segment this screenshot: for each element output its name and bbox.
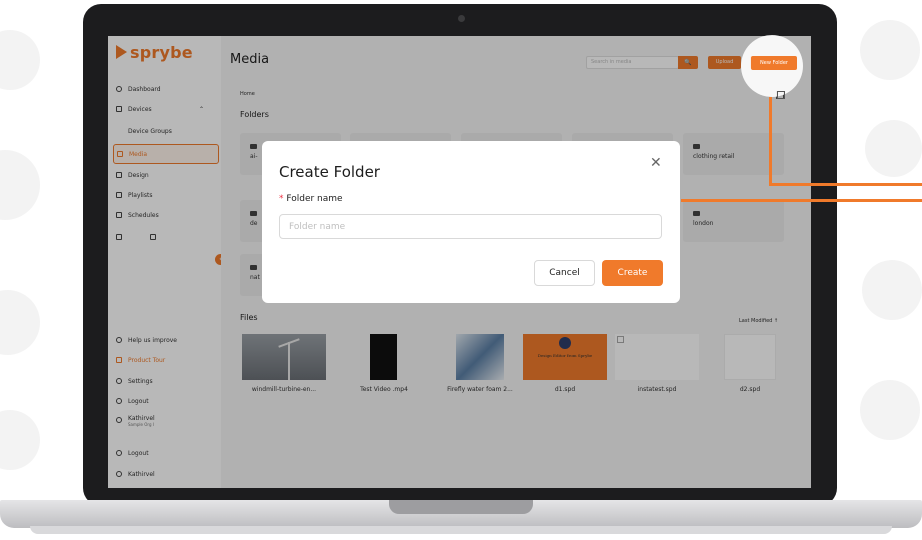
new-folder-button-highlighted[interactable]: New Folder [751,56,797,70]
close-icon[interactable]: ✕ [650,155,662,171]
bg-dot [860,380,920,440]
bg-dot [0,150,40,220]
required-mark: * [279,194,284,204]
callout-line [769,183,922,186]
app-screen: sprybe Dashboard Devices ⌃ Device Groups… [108,36,811,488]
folder-name-input[interactable] [279,214,662,239]
callout-line [681,199,922,202]
folder-name-label-text: Folder name [286,194,343,204]
create-folder-dialog: Create Folder ✕ * Folder name Cancel Cre… [262,141,680,303]
create-button[interactable]: Create [602,260,663,286]
grid-view-icon [777,91,785,99]
folder-name-label: * Folder name [279,194,343,204]
bg-dot [0,410,40,470]
cancel-button[interactable]: Cancel [534,260,595,286]
laptop-base-shadow [30,526,892,534]
callout-line [769,97,772,185]
bg-dot [0,290,40,355]
bg-dot [0,30,40,90]
dialog-title: Create Folder [279,163,380,181]
webcam [458,15,465,22]
bg-dot [860,20,920,80]
bg-dot [862,260,922,320]
laptop-notch [389,500,533,514]
bg-dot [865,120,922,177]
